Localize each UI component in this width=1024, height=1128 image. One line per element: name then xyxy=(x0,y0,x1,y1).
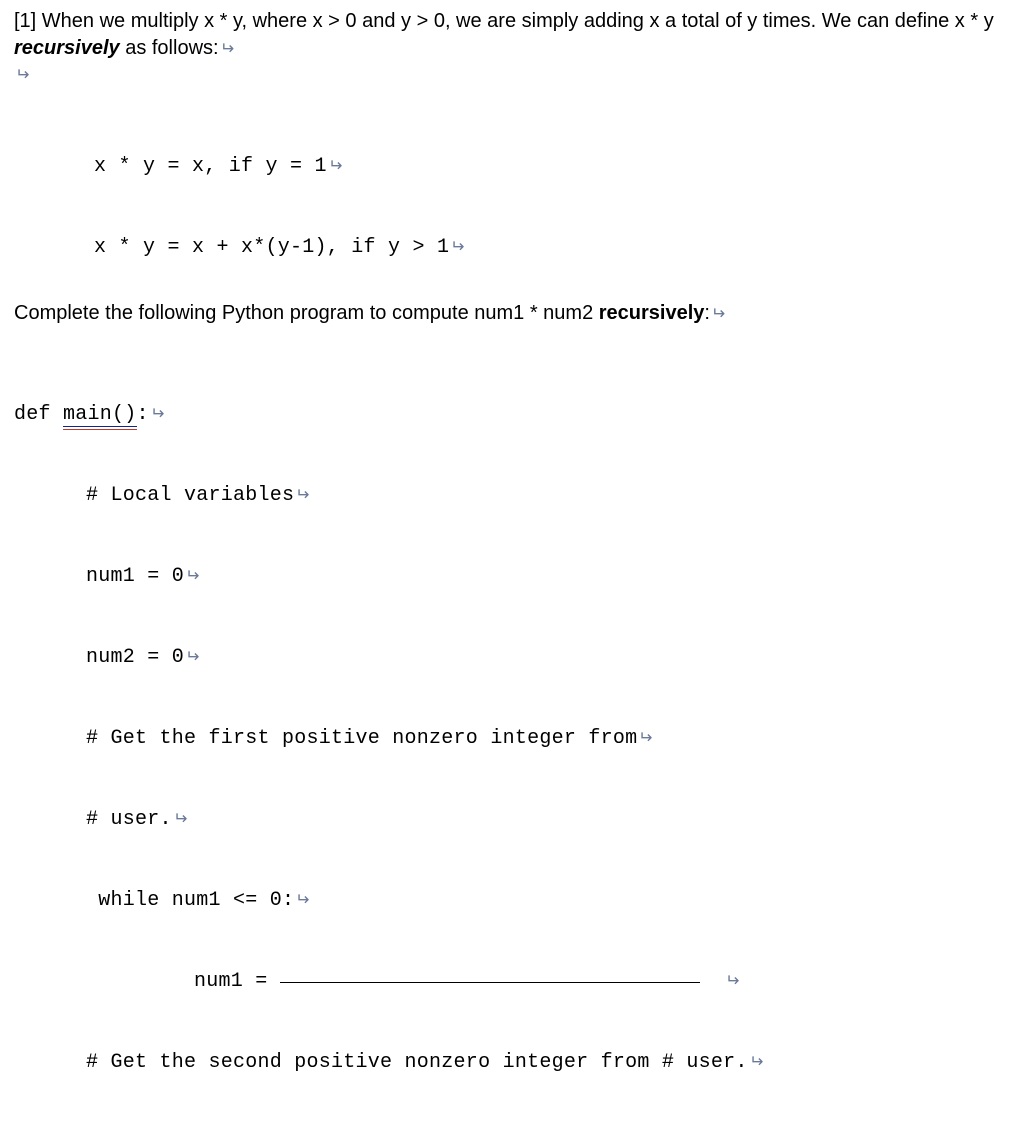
para1-prefix: [1] When we multiply x * y, where x > 0 … xyxy=(14,10,994,32)
pilcrow-icon: ↵ xyxy=(185,565,200,588)
pilcrow-icon: ↵ xyxy=(295,484,310,507)
def-name: main() xyxy=(63,403,137,427)
num1-init: num1 = 0↵ xyxy=(14,563,1010,590)
pilcrow-icon: ↵ xyxy=(15,64,30,87)
definition-block: x * y = x, if y = 1↵ x * y = x + x*(y-1)… xyxy=(94,99,1010,288)
definition-line-1: x * y = x, if y = 1↵ xyxy=(94,153,1010,180)
pilcrow-icon: ↵ xyxy=(638,727,653,750)
python-code-block: def main():↵ # Local variables↵ num1 = 0… xyxy=(14,347,1010,1128)
pilcrow-icon: ↵ xyxy=(725,970,740,993)
comment-get-first-a: # Get the first positive nonzero integer… xyxy=(14,725,1010,752)
pilcrow-icon: ↵ xyxy=(711,303,725,326)
para1-suffix: as follows: xyxy=(120,37,219,59)
pilcrow-icon: ↵ xyxy=(220,38,234,61)
para1-emphasis: recursively xyxy=(14,37,120,59)
def-line: def main():↵ xyxy=(14,401,1010,428)
while1: while num1 <= 0:↵ xyxy=(14,887,1010,914)
pilcrow-icon: ↵ xyxy=(328,155,343,178)
pilcrow-icon: ↵ xyxy=(173,808,188,831)
pilcrow-icon: ↵ xyxy=(749,1051,764,1074)
instruction-paragraph-2: Complete the following Python program to… xyxy=(14,300,1010,327)
num2-init: num2 = 0↵ xyxy=(14,644,1010,671)
fill-in-blank-1[interactable] xyxy=(280,982,700,983)
instruction-paragraph-1: [1] When we multiply x * y, where x > 0 … xyxy=(14,8,1010,62)
pilcrow-icon: ↵ xyxy=(185,646,200,669)
num1-assign: num1 = ↵ xyxy=(14,968,1010,995)
pilcrow-icon: ↵ xyxy=(450,236,465,259)
para2-emphasis: recursively xyxy=(599,302,705,324)
definition-line-2: x * y = x + x*(y-1), if y > 1↵ xyxy=(94,234,1010,261)
pilcrow-icon: ↵ xyxy=(295,889,310,912)
pilcrow-icon: ↵ xyxy=(150,403,165,426)
para2-prefix: Complete the following Python program to… xyxy=(14,302,599,324)
comment-get-second: # Get the second positive nonzero intege… xyxy=(14,1049,1010,1076)
blank-line-1: ↵ xyxy=(14,62,1010,89)
para2-suffix: : xyxy=(704,302,710,324)
comment-get-first-b: # user.↵ xyxy=(14,806,1010,833)
comment-local-vars: # Local variables↵ xyxy=(14,482,1010,509)
